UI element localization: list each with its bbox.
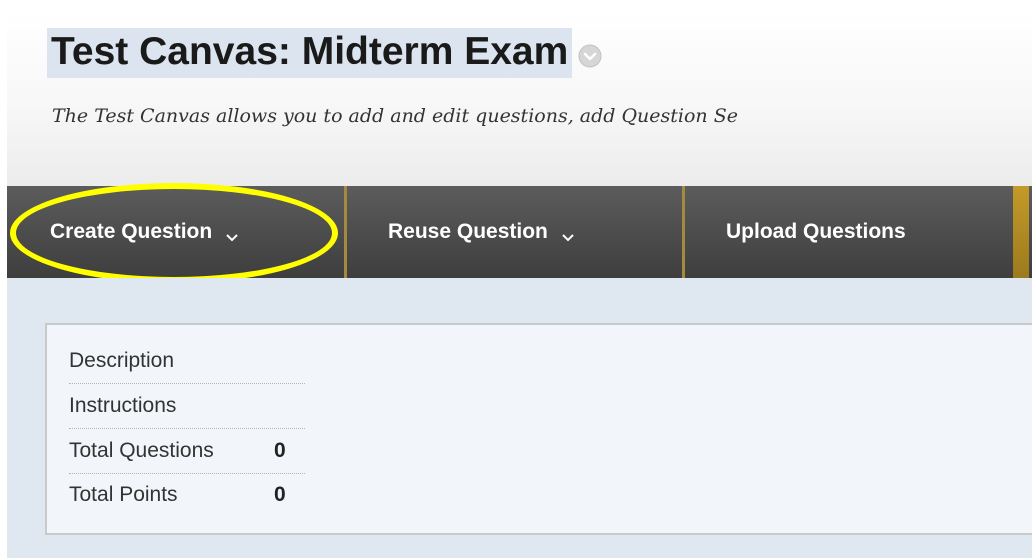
info-value: 0 xyxy=(274,483,286,506)
action-bar: Create Question Reuse Question Upload Qu… xyxy=(7,186,1032,278)
upload-questions-button[interactable]: Upload Questions xyxy=(685,186,1013,278)
chevron-down-icon xyxy=(224,226,240,242)
title-row: Test Canvas: Midterm Exam xyxy=(47,28,602,78)
page-description: The Test Canvas allows you to add and ed… xyxy=(52,105,738,127)
reuse-question-label: Reuse Question xyxy=(388,220,548,243)
info-row-total-points: Total Points 0 xyxy=(69,473,305,517)
info-value: 0 xyxy=(274,439,286,462)
info-label: Total Points xyxy=(69,483,178,506)
info-label: Total Questions xyxy=(69,439,214,462)
page-header: Test Canvas: Midterm Exam The Test Canva… xyxy=(7,10,1032,186)
action-bar-overflow-button[interactable] xyxy=(1013,186,1029,278)
test-info-box: Description Instructions Total Questions… xyxy=(45,323,1032,535)
upload-questions-label: Upload Questions xyxy=(726,220,906,243)
info-row-total-questions: Total Questions 0 xyxy=(69,429,305,474)
title-menu-icon[interactable] xyxy=(578,44,602,68)
info-row-instructions: Instructions xyxy=(69,384,305,429)
reuse-question-button[interactable]: Reuse Question xyxy=(347,186,685,278)
chevron-down-icon xyxy=(560,226,576,242)
content-area: Description Instructions Total Questions… xyxy=(7,278,1032,558)
info-label: Description xyxy=(69,349,175,372)
info-row-description: Description xyxy=(69,339,305,384)
create-question-button[interactable]: Create Question xyxy=(7,186,347,278)
info-label: Instructions xyxy=(69,394,177,417)
page: Test Canvas: Midterm Exam The Test Canva… xyxy=(0,0,1032,558)
page-title: Test Canvas: Midterm Exam xyxy=(47,28,573,78)
create-question-label: Create Question xyxy=(50,220,213,243)
